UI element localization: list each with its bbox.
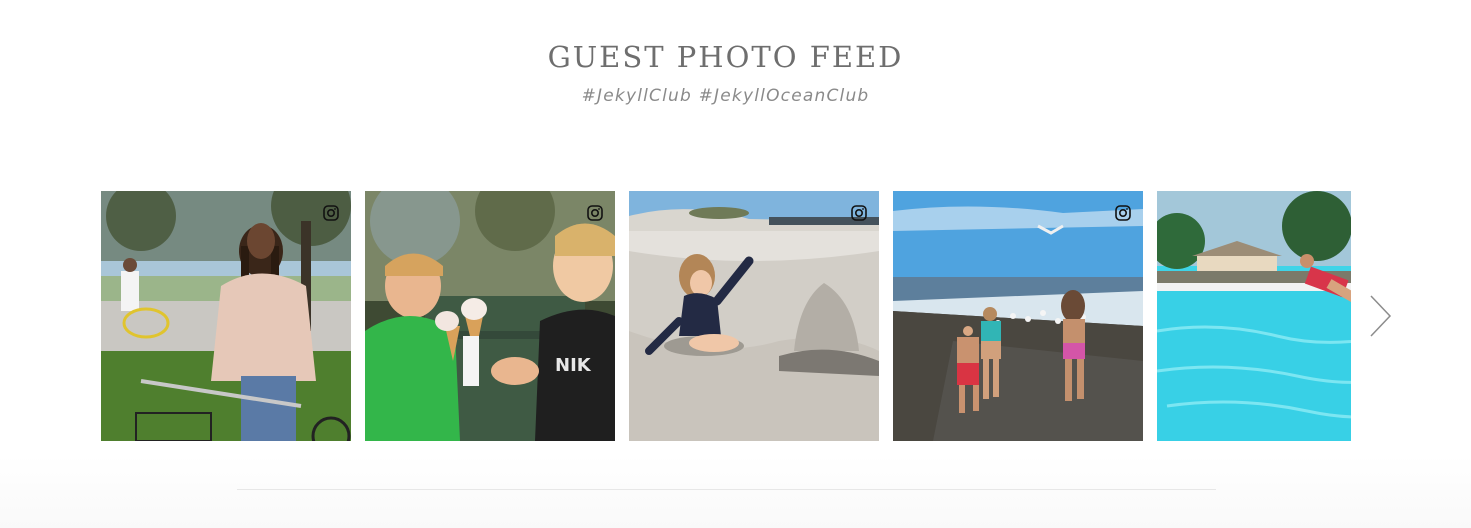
photo-tile-5[interactable]	[1157, 191, 1351, 441]
photo-pool-jump	[1157, 191, 1351, 441]
photo-kids-running-beach	[893, 191, 1143, 441]
photo-carousel: NIK	[101, 191, 1351, 441]
svg-text:NIK: NIK	[555, 355, 592, 376]
instagram-icon[interactable]	[323, 205, 339, 221]
section-divider	[237, 489, 1216, 490]
photo-tile-2[interactable]: NIK	[365, 191, 615, 441]
photo-tile-4[interactable]	[893, 191, 1143, 441]
photo-boys-with-ice-cream: NIK	[365, 191, 615, 441]
instagram-icon[interactable]	[1115, 205, 1131, 221]
guest-photo-feed-section: GUEST PHOTO FEED #JekyllClub #JekyllOcea…	[0, 0, 1471, 528]
instagram-icon[interactable]	[587, 205, 603, 221]
chevron-right-icon[interactable]	[1366, 294, 1396, 338]
feed-title: GUEST PHOTO FEED	[547, 40, 904, 74]
instagram-icon[interactable]	[851, 205, 867, 221]
footer-shade	[0, 455, 1471, 528]
photo-child-sand-castle	[629, 191, 879, 441]
feed-hashtags: #JekyllClub #JekyllOceanClub	[581, 86, 870, 106]
photo-tile-1[interactable]	[101, 191, 351, 441]
photo-girl-with-bicycle	[101, 191, 351, 441]
photo-tile-3[interactable]	[629, 191, 879, 441]
